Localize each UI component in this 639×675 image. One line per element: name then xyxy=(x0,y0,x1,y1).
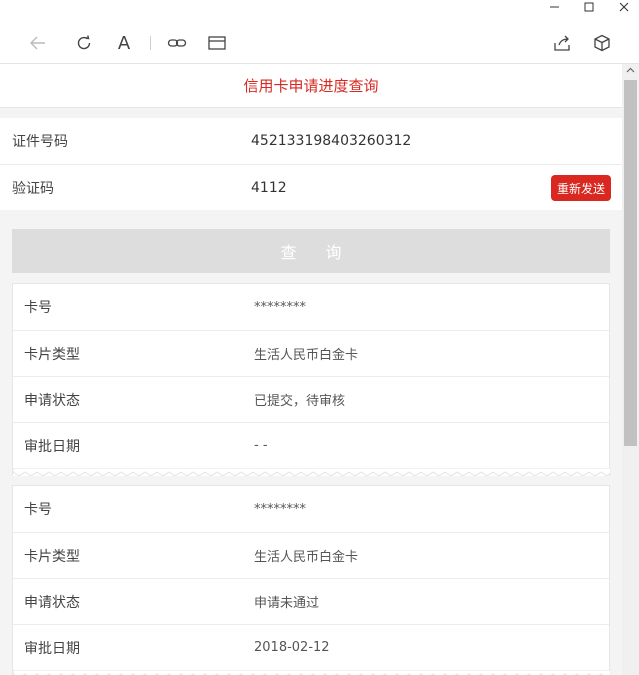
query-form: 证件号码 452133198403260312 验证码 4112 重新发送 xyxy=(0,118,622,210)
share-icon xyxy=(554,35,570,51)
application-status-label: 申请状态 xyxy=(24,594,80,611)
application-status-value: 已提交，待审核 xyxy=(254,394,346,409)
approval-date-row: 审批日期 2018-02-12 xyxy=(13,624,609,670)
minimize-button[interactable] xyxy=(537,0,573,14)
link-button[interactable] xyxy=(164,32,190,54)
resend-code-button[interactable]: 重新发送 xyxy=(550,175,611,201)
query-button[interactable]: 查 询 xyxy=(12,229,610,273)
close-icon xyxy=(619,2,629,12)
maximize-icon xyxy=(584,2,594,12)
minimize-icon xyxy=(550,6,559,8)
font-a-icon: A xyxy=(117,32,131,54)
card-zigzag-edge xyxy=(13,670,611,675)
result-card: 卡号 ******** 卡片类型 生活人民币白金卡 申请状态 申请未通过 审批日… xyxy=(12,485,611,675)
card-type-row: 卡片类型 生活人民币白金卡 xyxy=(13,532,609,578)
verification-code-field[interactable]: 4112 xyxy=(251,180,287,196)
card-number-label: 卡号 xyxy=(24,502,52,518)
window-titlebar xyxy=(0,0,639,22)
approval-date-label: 审批日期 xyxy=(24,438,80,455)
share-button[interactable] xyxy=(549,32,575,54)
card-number-label: 卡号 xyxy=(24,300,52,316)
toolbar-divider xyxy=(150,36,151,50)
browser-toolbar: A xyxy=(0,22,639,64)
card-type-label: 卡片类型 xyxy=(24,346,80,363)
card-type-row: 卡片类型 生活人民币白金卡 xyxy=(13,330,609,376)
font-size-button[interactable]: A xyxy=(111,32,137,54)
card-number-row: 卡号 ******** xyxy=(13,284,609,330)
back-button[interactable] xyxy=(25,32,51,54)
package-button[interactable] xyxy=(589,32,615,54)
page-title: 信用卡申请进度查询 xyxy=(0,64,622,108)
card-number-value: ******** xyxy=(254,501,306,517)
card-type-label: 卡片类型 xyxy=(24,548,80,565)
approval-date-label: 审批日期 xyxy=(24,640,80,657)
scroll-up-arrow-icon[interactable] xyxy=(626,66,635,75)
id-number-label: 证件号码 xyxy=(12,134,68,150)
refresh-button[interactable] xyxy=(71,32,97,54)
page-viewport: 信用卡申请进度查询 证件号码 452133198403260312 验证码 41… xyxy=(0,64,622,675)
verification-code-label: 验证码 xyxy=(12,180,54,197)
card-view-button[interactable] xyxy=(204,32,230,54)
card-number-value: ******** xyxy=(254,299,306,315)
maximize-button[interactable] xyxy=(571,0,607,14)
card-number-row: 卡号 ******** xyxy=(13,486,609,532)
approval-date-row: 审批日期 - - xyxy=(13,422,609,468)
card-zigzag-edge xyxy=(13,468,611,476)
card-type-value: 生活人民币白金卡 xyxy=(254,550,359,565)
approval-date-value: - - xyxy=(254,438,268,453)
card-type-value: 生活人民币白金卡 xyxy=(254,348,359,363)
application-status-row: 申请状态 已提交，待审核 xyxy=(13,376,609,422)
scrollbar-thumb[interactable] xyxy=(624,80,637,446)
close-button[interactable] xyxy=(606,0,639,14)
card-view-icon xyxy=(208,36,226,50)
application-status-value: 申请未通过 xyxy=(254,596,320,611)
result-card: 卡号 ******** 卡片类型 生活人民币白金卡 申请状态 已提交，待审核 审… xyxy=(12,283,611,476)
id-number-field[interactable]: 452133198403260312 xyxy=(251,133,411,149)
back-arrow-icon xyxy=(30,36,45,50)
application-status-row: 申请状态 申请未通过 xyxy=(13,578,609,624)
link-icon xyxy=(167,39,187,47)
approval-date-value: 2018-02-12 xyxy=(254,640,330,655)
application-status-label: 申请状态 xyxy=(24,392,80,409)
package-icon xyxy=(594,34,610,52)
refresh-icon xyxy=(77,35,91,50)
vertical-scrollbar[interactable] xyxy=(622,64,639,675)
id-number-row: 证件号码 452133198403260312 xyxy=(0,118,622,164)
verification-code-row: 验证码 4112 重新发送 xyxy=(0,164,622,210)
